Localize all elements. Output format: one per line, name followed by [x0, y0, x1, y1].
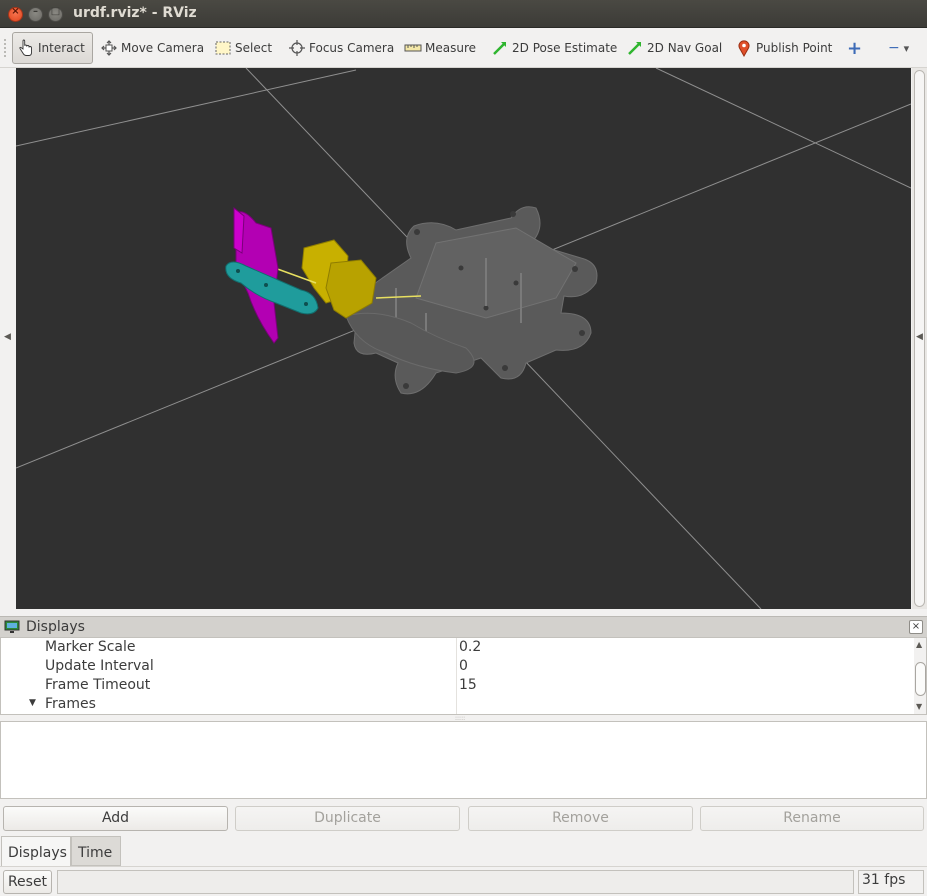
property-row-marker-scale[interactable]: Marker Scale 0.2: [1, 638, 913, 657]
minimize-icon: –: [33, 6, 38, 17]
tool-label: Move Camera: [121, 41, 205, 55]
plus-icon: +: [847, 37, 863, 59]
maximize-icon: □: [50, 6, 61, 17]
move-camera-icon: [100, 39, 118, 57]
property-value[interactable]: 0.2: [459, 639, 481, 655]
close-panel-button[interactable]: ×: [909, 620, 923, 634]
hand-pointer-icon: [17, 39, 35, 57]
display-property-tree: Marker Scale 0.2 Update Interval 0 Frame…: [0, 637, 927, 715]
property-name: Frames: [45, 696, 96, 712]
property-row-frame-timeout[interactable]: Frame Timeout 15: [1, 676, 913, 695]
tool-label: 2D Pose Estimate: [512, 41, 618, 55]
robot-model: [225, 206, 598, 395]
tool-label: 2D Nav Goal: [647, 41, 723, 55]
right-dock-handle[interactable]: ◀: [912, 68, 927, 609]
property-tree-scrollbar[interactable]: ▲ ▼: [914, 638, 926, 714]
property-name: Update Interval: [45, 658, 154, 674]
minimize-window-button[interactable]: –: [28, 6, 43, 22]
scroll-down-icon[interactable]: ▼: [916, 702, 922, 711]
tool-focus-camera[interactable]: Focus Camera: [284, 32, 398, 64]
add-tool-button[interactable]: +: [843, 32, 866, 64]
status-bar: Reset 31 fps: [0, 866, 927, 896]
property-value[interactable]: 0: [459, 658, 468, 674]
tool-label: Focus Camera: [309, 41, 395, 55]
reset-button[interactable]: Reset: [3, 870, 52, 894]
tool-publish-point[interactable]: Publish Point: [731, 32, 836, 64]
property-row-update-interval[interactable]: Update Interval 0: [1, 657, 913, 676]
tool-select[interactable]: Select: [210, 32, 276, 64]
left-dock-handle[interactable]: ◀: [0, 68, 16, 609]
rviz-window: × – □ urdf.rviz* - RViz Interact Move Ca…: [0, 0, 927, 896]
tool-label: Publish Point: [756, 41, 833, 55]
panel-tabs: Displays Time: [0, 836, 927, 867]
tool-label: Select: [235, 41, 273, 55]
close-icon: ×: [11, 6, 20, 17]
window-title: urdf.rviz* - RViz: [73, 5, 197, 21]
tool-interact[interactable]: Interact: [12, 32, 93, 64]
displays-panel-header: Displays ×: [0, 616, 927, 637]
green-arrow-icon: [626, 39, 644, 57]
displays-panel-title: Displays: [26, 619, 85, 635]
tool-move-camera[interactable]: Move Camera: [96, 32, 208, 64]
tool-measure[interactable]: Measure: [400, 32, 480, 64]
displays-panel: Displays × Marker Scale 0.2 Update Inter…: [0, 616, 927, 836]
minus-icon: −: [888, 40, 900, 56]
maximize-window-button[interactable]: □: [48, 6, 63, 22]
tool-2d-nav-goal[interactable]: 2D Nav Goal: [622, 32, 726, 64]
tool-toolbar: Interact Move Camera Select Focus Camera: [0, 28, 927, 68]
property-name: Frame Timeout: [45, 677, 151, 693]
status-message: [57, 870, 854, 894]
property-name: Marker Scale: [45, 639, 136, 655]
collapse-right-icon: ◀: [916, 332, 923, 342]
property-value[interactable]: 15: [459, 677, 477, 693]
select-box-icon: [214, 39, 232, 57]
scroll-up-icon[interactable]: ▲: [916, 640, 922, 649]
remove-display-button[interactable]: Remove: [468, 806, 693, 831]
scroll-thumb[interactable]: [915, 662, 926, 696]
add-display-button[interactable]: Add: [3, 806, 228, 831]
chevron-down-icon: ▾: [903, 42, 910, 55]
tab-displays[interactable]: Displays: [1, 836, 71, 867]
close-window-button[interactable]: ×: [8, 6, 23, 22]
fps-readout: 31 fps: [858, 870, 924, 894]
property-description-box: [0, 721, 927, 799]
render-viewport[interactable]: [16, 68, 911, 609]
property-row-frames[interactable]: ▼ Frames: [1, 695, 913, 714]
map-pin-icon: [735, 39, 753, 57]
crosshair-icon: [288, 39, 306, 57]
tool-2d-pose-estimate[interactable]: 2D Pose Estimate: [487, 32, 621, 64]
ruler-icon: [404, 39, 422, 57]
tool-label: Measure: [425, 41, 476, 55]
collapse-left-icon: ◀: [4, 332, 11, 342]
scene-canvas: [16, 68, 911, 609]
remove-tool-menu-button[interactable]: − ▾: [888, 40, 920, 56]
tab-time[interactable]: Time: [71, 836, 121, 866]
duplicate-display-button[interactable]: Duplicate: [235, 806, 460, 831]
title-bar: × – □ urdf.rviz* - RViz: [0, 0, 927, 28]
green-arrow-icon: [491, 39, 509, 57]
toolbar-grip-handle[interactable]: [3, 38, 7, 58]
monitor-icon: [4, 620, 20, 634]
tool-label: Interact: [38, 41, 85, 55]
expand-arrow-icon[interactable]: ▼: [29, 698, 36, 708]
rename-display-button[interactable]: Rename: [700, 806, 924, 831]
